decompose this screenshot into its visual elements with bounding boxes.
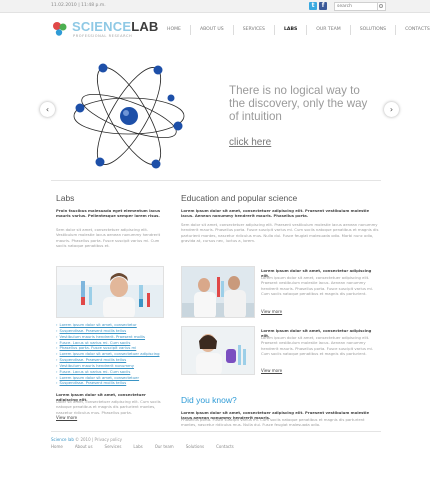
list-item-text: Lorem ipsum dolor sit amet, consectetur bbox=[59, 322, 137, 327]
list-item-text: Suspendisse. Praesent mollis tellus bbox=[59, 327, 127, 333]
footer-nav-our-team[interactable]: Our team bbox=[155, 444, 174, 449]
scientist-photo bbox=[57, 267, 163, 317]
atom-illustration bbox=[73, 63, 185, 169]
footer-copyright: Science lab © 2010 | Privacy policy bbox=[51, 437, 122, 442]
chevron-right-icon: › bbox=[389, 105, 394, 114]
section-divider bbox=[51, 180, 381, 181]
top-bar: 11.02.2010 | 11:48 p.m. t f search bbox=[0, 0, 430, 13]
nav-item-contacts[interactable]: CONTACTS bbox=[395, 25, 430, 35]
nav-item-solutions[interactable]: SOLUTIONS bbox=[349, 25, 395, 35]
hero-quote: There is no logical way to the discovery… bbox=[229, 84, 368, 123]
nav-item-about-us[interactable]: ABOUT US bbox=[189, 25, 233, 35]
article-1-image[interactable] bbox=[181, 266, 255, 318]
chevron-left-icon: ‹ bbox=[45, 105, 50, 114]
researcher-photo bbox=[182, 327, 254, 374]
labs-intro-text: Sem dolor sit amet, consectetuer adipisc… bbox=[56, 227, 161, 248]
article-2-image[interactable] bbox=[181, 326, 255, 375]
list-item-text: Fusce. Lacus ut varius mi. Cum sociis bbox=[59, 368, 131, 374]
labs-bottom-text: Dolor sit amet, consectetuer adipiscing … bbox=[56, 399, 161, 415]
education-title: Education and popular science bbox=[181, 193, 298, 203]
footer-nav-services[interactable]: Services bbox=[105, 444, 122, 449]
lab-photo bbox=[182, 267, 254, 317]
nav-item-our-team[interactable]: OUR TEAM bbox=[306, 25, 349, 35]
footer-divider bbox=[51, 431, 381, 432]
labs-intro-bold: Proin faucibus malesuada eget elementum … bbox=[56, 208, 161, 218]
article-1-text: Lorem ipsum dolor sit amet, consectetuer… bbox=[261, 275, 374, 296]
list-item-text: Lorem ipsum dolor sit amet, consectetuer… bbox=[59, 351, 160, 357]
footer-nav-home[interactable]: Home bbox=[51, 444, 63, 449]
logo-text[interactable]: SCIENCELAB bbox=[72, 19, 159, 34]
list-item-text: Vestibulum mauris hendrerit nonummy bbox=[59, 362, 134, 368]
labs-links-list: › Lorem ipsum dolor sit amet, consectetur… bbox=[56, 322, 166, 386]
logo-part-2: LAB bbox=[131, 19, 159, 34]
search-button[interactable] bbox=[378, 2, 386, 11]
slider-prev-button[interactable]: ‹ bbox=[40, 102, 55, 117]
list-item-text: Suspendisse. Praesent mollis tellus bbox=[59, 357, 127, 363]
labs-title: Labs bbox=[56, 193, 75, 203]
article-2-view-more-link[interactable]: View more bbox=[261, 368, 282, 373]
education-intro-bold: Lorem ipsum dolor sit amet, consectetuer… bbox=[181, 208, 370, 218]
education-intro-text: Sem dolor sit amet, consectetuer adipisc… bbox=[181, 222, 379, 243]
date-time: 11.02.2010 | 11:48 p.m. bbox=[51, 3, 106, 8]
slider-next-button[interactable]: › bbox=[384, 102, 399, 117]
list-item[interactable]: › Suspendisse. Praesent mollis tellus bbox=[56, 380, 166, 386]
facebook-icon[interactable]: f bbox=[319, 2, 327, 10]
main-nav: HOME ABOUT US SERVICES LABS OUR TEAM SOL… bbox=[158, 25, 430, 35]
labs-view-more-link[interactable]: View more bbox=[56, 415, 77, 420]
footer-nav-labs[interactable]: Labs bbox=[133, 444, 142, 449]
did-you-know-text: Phasellus porta. Fusce suscipit varius m… bbox=[181, 417, 365, 428]
labs-image bbox=[56, 266, 164, 318]
search-input[interactable]: search bbox=[334, 2, 378, 11]
list-item-text: Lorem ipsum dolor sit amet, consectetuer bbox=[59, 374, 140, 380]
footer-nav-solutions[interactable]: Solutions bbox=[186, 444, 204, 449]
footer-nav: Home About us Services Labs Our team Sol… bbox=[51, 444, 246, 449]
article-1-view-more-link[interactable]: View more bbox=[261, 309, 282, 314]
search-icon bbox=[379, 4, 383, 8]
hero-cta-link[interactable]: click here bbox=[229, 137, 271, 148]
list-item-text: Fusce. Lacus ut varius mi. Cum sociis bbox=[59, 339, 131, 345]
logo-icon[interactable] bbox=[51, 20, 69, 38]
footer-brand[interactable]: Science lab bbox=[51, 437, 74, 442]
footer-nav-about-us[interactable]: About us bbox=[75, 444, 93, 449]
logo-part-1: SCIENCE bbox=[72, 19, 132, 34]
nav-item-services[interactable]: SERVICES bbox=[232, 25, 274, 35]
list-item-text: Phasellus porta. Fusce suscipit varius m… bbox=[59, 345, 137, 351]
list-item-text: Suspendisse. Praesent mollis tellus bbox=[59, 380, 127, 386]
twitter-icon[interactable]: t bbox=[309, 2, 317, 10]
list-item-text: Vestibulum mauris hendrerit. Praesent mo… bbox=[59, 333, 146, 339]
footer-nav-contacts[interactable]: Contacts bbox=[216, 444, 234, 449]
did-you-know-title: Did you know? bbox=[181, 395, 237, 405]
logo-tagline: PROFESSIONAL RESEARCH bbox=[73, 34, 133, 38]
footer-copy-text: © 2010 | Privacy policy bbox=[75, 437, 123, 442]
article-2-text: Lorem ipsum dolor sit amet, consectetuer… bbox=[261, 335, 374, 356]
nav-item-labs[interactable]: LABS bbox=[273, 25, 306, 35]
hero-slider: ‹ There is no logical way to the discove… bbox=[0, 47, 430, 177]
nav-item-home[interactable]: HOME bbox=[158, 25, 190, 35]
